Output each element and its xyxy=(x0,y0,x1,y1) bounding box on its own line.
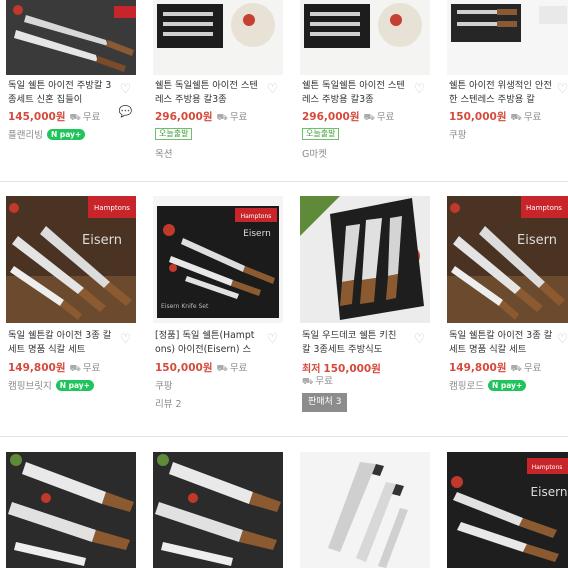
heart-icon[interactable]: ♡ xyxy=(118,332,133,347)
product-title[interactable]: 독일 우드데코 쉘튼 키친 칼 3종세트 주방식도 xyxy=(302,329,406,356)
truck-icon: ⛟ xyxy=(69,113,81,123)
product-image[interactable] xyxy=(153,452,283,568)
shipping: 무료 xyxy=(229,363,248,374)
truck-icon: ⛟ xyxy=(510,364,522,374)
price-row: 150,000원 ⛟ 무료 xyxy=(449,109,541,123)
npay-badge: N pay+ xyxy=(46,129,86,140)
product-image[interactable]: Hamptons Eisern xyxy=(447,196,568,323)
seller-row: 캠핑브릿지 N pay+ xyxy=(8,378,94,392)
sellers-button[interactable]: 판매처 3 xyxy=(302,393,348,412)
shipping: 무료 xyxy=(82,112,101,123)
price: 145,000원 xyxy=(8,111,66,123)
price: 296,000원 xyxy=(302,111,360,123)
product-image[interactable]: Hamptons Eisern xyxy=(6,196,136,323)
seller-row: 캠핑로드 N pay+ xyxy=(449,378,527,392)
brand-text: Hamptons xyxy=(526,204,562,212)
shipping: 무료 xyxy=(376,112,395,123)
chat-icon[interactable]: 💬 xyxy=(118,104,133,119)
price: 150,000원 xyxy=(155,362,213,374)
heart-icon[interactable]: ♡ xyxy=(412,332,427,347)
price-row: 149,800원 ⛟ 무료 xyxy=(8,360,100,374)
npay-badge: N pay+ xyxy=(487,380,527,391)
seller-name[interactable]: 캠핑로드 xyxy=(449,381,484,392)
price: 296,000원 xyxy=(155,111,213,123)
shipping: 무료 xyxy=(523,112,542,123)
product-title[interactable]: 쉘튼 독일쉘튼 아이전 스텐레스 주방용 칼3종 xyxy=(302,79,406,106)
heart-icon[interactable]: ♡ xyxy=(265,332,280,347)
truck-icon: ⛟ xyxy=(69,364,81,374)
product-image[interactable] xyxy=(300,452,430,568)
product-title[interactable]: 독일 쉘튼칼 아이전 3종 칼세트 명품 식칼 세트 xyxy=(8,329,112,356)
product-image[interactable]: Hamptons Eisern xyxy=(447,452,568,568)
shipping: 무료 xyxy=(229,112,248,123)
price-row: 296,000원 ⛟ 무료 xyxy=(155,109,247,123)
brand-text: Hamptons xyxy=(241,213,272,220)
product-image[interactable] xyxy=(300,196,430,323)
seller-name[interactable]: 옥션 xyxy=(155,146,172,160)
truck-icon: ⛟ xyxy=(363,113,375,123)
truck-icon: ⛟ xyxy=(302,377,314,387)
brand-text: Hamptons xyxy=(94,204,130,212)
today-shipping-badge: 오늘출발 xyxy=(155,128,193,140)
product-image[interactable] xyxy=(300,0,430,75)
review-count[interactable]: 리뷰 2 xyxy=(155,396,182,410)
eisern-text: Eisern xyxy=(243,229,271,239)
heart-icon[interactable]: ♡ xyxy=(555,332,568,347)
product-title[interactable]: 쉘튼 아이전 위생적인 안전한 스텐레스 주방용 칼 xyxy=(449,79,553,106)
product-image[interactable] xyxy=(6,452,136,568)
price-row: 149,800원 ⛟ 무료 xyxy=(449,360,541,374)
shipping-row: ⛟ 무료 xyxy=(302,373,333,387)
price-row: 296,000원 ⛟ 무료 xyxy=(302,109,394,123)
seller-name[interactable]: 쿠팡 xyxy=(155,378,172,392)
today-shipping-badge: 오늘출발 xyxy=(302,128,340,140)
npay-badge: N pay+ xyxy=(55,380,94,391)
product-title[interactable]: 독일 쉘튼칼 아이전 3종 칼세트 명품 식칼 세트 xyxy=(449,329,553,356)
seller-name[interactable]: 플랜리빙 xyxy=(8,130,43,141)
eisern-text: Eisern xyxy=(517,233,557,248)
eisern-text: Eisern xyxy=(82,233,122,248)
heart-icon[interactable]: ♡ xyxy=(265,82,280,97)
product-image[interactable] xyxy=(447,0,568,75)
heart-icon[interactable]: ♡ xyxy=(555,82,568,97)
heart-icon[interactable]: ♡ xyxy=(118,82,133,97)
truck-icon: ⛟ xyxy=(216,364,228,374)
product-image[interactable] xyxy=(6,0,136,75)
product-title[interactable]: 독일 쉘튼 아이전 주방칼 3종세트 신혼 집들이 xyxy=(8,79,112,106)
shipping: 무료 xyxy=(82,363,101,374)
price-row: 최저 150,000원 xyxy=(302,360,381,375)
shipping: 무료 xyxy=(315,376,333,387)
truck-icon: ⛟ xyxy=(216,113,228,123)
seller-name[interactable]: G마켓 xyxy=(302,146,327,160)
product-title[interactable]: [정품] 독일 쉘튼(Hamptons) 아이전(Eisern) 스 xyxy=(155,329,259,356)
product-title[interactable]: 쉘튼 독일쉘튼 아이전 스텐레스 주방용 칼3종 xyxy=(155,79,259,106)
seller-name[interactable]: 쿠팡 xyxy=(449,127,466,141)
price: 149,800원 xyxy=(8,362,66,374)
price: 149,800원 xyxy=(449,362,507,374)
set-label: Eisern Knife Set xyxy=(161,303,209,310)
heart-icon[interactable]: ♡ xyxy=(412,82,427,97)
shipping: 무료 xyxy=(523,363,542,374)
price-row: 150,000원 ⛟ 무료 xyxy=(155,360,247,374)
seller-row: 플랜리빙 N pay+ xyxy=(8,127,86,141)
row-divider xyxy=(0,181,568,182)
brand-text: Hamptons xyxy=(532,464,563,471)
row-divider xyxy=(0,436,568,437)
truck-icon: ⛟ xyxy=(510,113,522,123)
seller-name[interactable]: 캠핑브릿지 xyxy=(8,381,52,392)
price-row: 145,000원 ⛟ 무료 xyxy=(8,109,100,123)
price: 150,000원 xyxy=(449,111,507,123)
eisern-text: Eisern xyxy=(531,485,568,499)
product-image[interactable]: Hamptons Eisern Eisern Knife Set xyxy=(153,196,283,323)
product-image[interactable] xyxy=(153,0,283,75)
